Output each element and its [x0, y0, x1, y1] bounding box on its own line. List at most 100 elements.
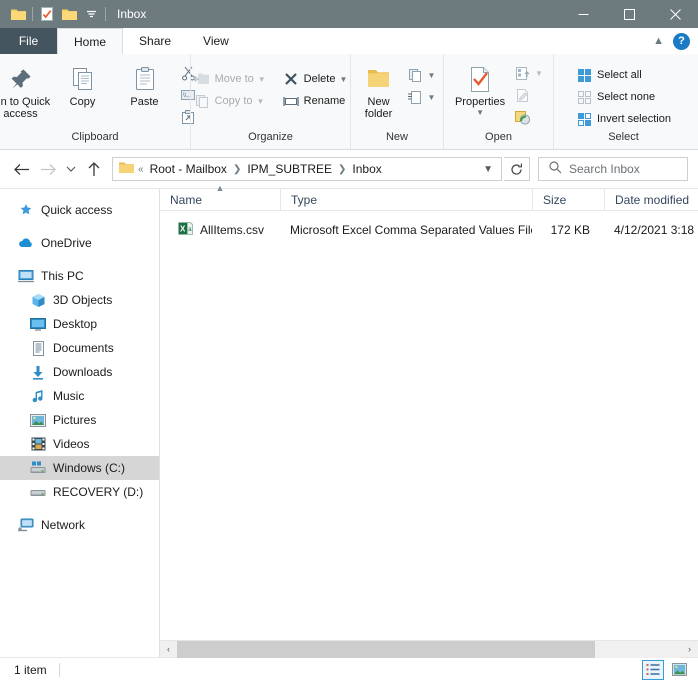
delete-button[interactable]: Delete ▼ [279, 68, 352, 90]
tab-file[interactable]: File [0, 28, 57, 54]
tab-view[interactable]: View [187, 28, 245, 54]
customize-dropdown-icon[interactable] [80, 3, 102, 25]
invert-selection-button[interactable]: Invert selection [572, 108, 675, 130]
breadcrumb-overflow[interactable]: « [138, 164, 144, 175]
breadcrumb-item-inbox[interactable]: Inbox [350, 162, 383, 176]
desktop-icon [30, 316, 46, 332]
help-button[interactable]: ? [673, 32, 690, 50]
breadcrumb[interactable]: « Root - Mailbox ❯ IPM_SUBTREE ❯ Inbox ▼ [112, 157, 502, 181]
close-button[interactable] [652, 0, 698, 28]
chevron-down-icon[interactable]: ▼ [339, 75, 347, 84]
properties-check-icon[interactable] [36, 3, 58, 25]
file-name-cell[interactable]: Xa AllItems.csv [160, 221, 280, 240]
tab-home[interactable]: Home [57, 28, 124, 54]
sidebar-item-downloads[interactable]: Downloads [0, 360, 159, 384]
new-folder-icon [365, 63, 392, 95]
table-row[interactable]: Xa AllItems.csv Microsoft Excel Comma Se… [160, 219, 698, 241]
copy-to-button[interactable]: Copy to ▼ [190, 90, 270, 112]
scrollbar-thumb[interactable] [177, 640, 596, 658]
sidebar-label: This PC [41, 269, 84, 283]
chevron-down-icon[interactable]: ▼ [258, 75, 266, 84]
rename-button[interactable]: Rename [279, 90, 352, 112]
cloud-icon [18, 235, 34, 251]
address-bar: « Root - Mailbox ❯ IPM_SUBTREE ❯ Inbox ▼… [0, 150, 698, 188]
paste-button[interactable]: Paste [114, 60, 176, 108]
new-folder-label: New folder [364, 96, 393, 120]
select-all-button[interactable]: Select all [572, 64, 675, 86]
chevron-down-icon[interactable]: ▼ [428, 71, 436, 80]
column-header-name[interactable]: ▲ Name [160, 183, 280, 211]
column-header-date-modified[interactable]: Date modified [604, 188, 698, 211]
sidebar-item-music[interactable]: Music [0, 384, 159, 408]
horizontal-scrollbar[interactable]: ‹ › [160, 640, 698, 658]
sidebar-label: Music [53, 389, 85, 403]
sidebar-item-quick-access[interactable]: Quick access [0, 198, 159, 222]
properties-button[interactable]: Properties ▼ [450, 60, 510, 117]
select-none-button[interactable]: Select none [572, 86, 675, 108]
breadcrumb-item-root-mailbox[interactable]: Root - Mailbox [148, 162, 229, 176]
new-folder-button[interactable]: New folder [355, 60, 403, 120]
refresh-button[interactable] [504, 157, 530, 181]
open-button[interactable]: ▼ [510, 62, 547, 84]
chevron-down-icon[interactable]: ▼ [479, 164, 497, 175]
sidebar-item-network[interactable]: Network [0, 513, 159, 537]
new-item-button[interactable]: ▼ [403, 64, 440, 86]
sidebar-item-this-pc[interactable]: This PC [0, 264, 159, 288]
chevron-down-icon[interactable]: ▼ [535, 69, 543, 78]
search-box[interactable]: Search Inbox [538, 157, 688, 181]
up-button[interactable] [82, 157, 106, 181]
scroll-right-button[interactable]: › [681, 640, 698, 658]
paste-label: Paste [130, 96, 159, 108]
invert-selection-icon [576, 111, 593, 128]
forward-button[interactable] [36, 157, 60, 181]
large-icons-view-button[interactable] [668, 660, 690, 680]
sidebar-item-pictures[interactable]: Pictures [0, 408, 159, 432]
properties-label: Properties [454, 96, 506, 108]
delete-x-icon [283, 71, 300, 88]
search-input[interactable]: Search Inbox [569, 162, 640, 176]
pin-to-quick-access-button[interactable]: Pin to Quick access [0, 60, 52, 120]
sidebar-item-documents[interactable]: Documents [0, 336, 159, 360]
chevron-right-icon[interactable]: ❯ [338, 164, 346, 175]
sidebar-label: Network [41, 518, 86, 532]
details-view-button[interactable] [642, 659, 664, 680]
chevron-down-icon[interactable]: ▼ [257, 97, 265, 106]
sidebar-item-3d-objects[interactable]: 3D Objects [0, 288, 159, 312]
sidebar-label: RECOVERY (D:) [53, 485, 144, 499]
edit-button[interactable] [510, 84, 547, 106]
chevron-up-icon[interactable]: ▲ [650, 35, 667, 47]
new-small-buttons: ▼ ▼ [403, 60, 440, 108]
tab-share[interactable]: Share [123, 28, 188, 54]
sidebar-item-videos[interactable]: Videos [0, 432, 159, 456]
history-button[interactable] [510, 106, 547, 128]
maximize-button[interactable] [606, 0, 652, 28]
chevron-down-icon[interactable]: ▼ [428, 93, 436, 102]
history-icon [514, 109, 531, 126]
chevron-right-icon[interactable]: ❯ [233, 164, 241, 175]
easy-access-button[interactable]: ▼ [403, 86, 440, 108]
copy-button[interactable]: Copy [52, 60, 114, 108]
group-label-select: Select [608, 131, 639, 143]
sidebar-item-onedrive[interactable]: OneDrive [0, 231, 159, 255]
breadcrumb-item-ipm-subtree[interactable]: IPM_SUBTREE [245, 162, 334, 176]
scrollbar-track[interactable] [177, 640, 681, 658]
sidebar-item-windows-c[interactable]: Windows (C:) [0, 456, 159, 480]
sort-asc-icon: ▲ [215, 182, 225, 193]
back-button[interactable] [10, 157, 34, 181]
recent-locations-button[interactable] [62, 157, 80, 181]
paste-icon [132, 63, 158, 95]
column-header-type[interactable]: Type [280, 188, 532, 211]
sidebar-label: Desktop [53, 317, 98, 331]
new-folder-icon[interactable] [58, 3, 80, 25]
column-header-size[interactable]: Size [532, 188, 604, 211]
minimize-button[interactable] [560, 0, 606, 28]
file-name: AllItems.csv [200, 223, 265, 237]
music-note-icon [30, 388, 46, 404]
column-headers: ▲ Name Type Size Date modified [160, 183, 698, 211]
move-to-button[interactable]: Move to ▼ [190, 68, 270, 90]
scroll-left-button[interactable]: ‹ [160, 640, 177, 658]
chevron-down-icon[interactable]: ▼ [476, 108, 484, 117]
folder-icon[interactable] [7, 3, 29, 25]
sidebar-item-recovery-d[interactable]: RECOVERY (D:) [0, 480, 159, 504]
sidebar-item-desktop[interactable]: Desktop [0, 312, 159, 336]
